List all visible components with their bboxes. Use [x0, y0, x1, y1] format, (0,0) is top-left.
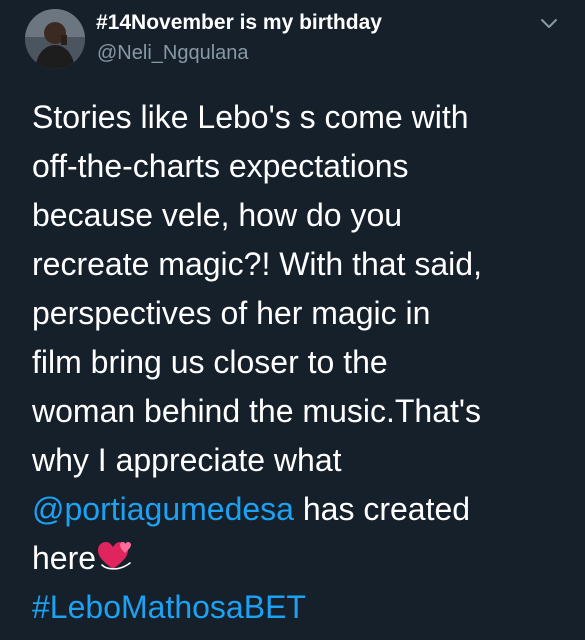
chevron-down-icon[interactable] — [538, 12, 560, 34]
tweet-line: because vele, how do you — [32, 197, 403, 233]
tweet-text-fragment: has created — [293, 491, 471, 527]
tweet-card: #14November is my birthday @Neli_Ngqulan… — [0, 0, 585, 640]
avatar-photo — [25, 9, 85, 69]
tweet-line-hashtag: #LeboMathosaBET — [32, 583, 577, 632]
hashtag-link[interactable]: #LeboMathosaBET — [32, 589, 306, 625]
tweet-text: Stories like Lebo's s come with off-the-… — [32, 93, 577, 632]
mention-link[interactable]: @portiagumedesa — [32, 491, 294, 527]
tweet-line: film bring us closer to the — [32, 344, 388, 380]
tweet-line-emoji: here — [32, 534, 577, 583]
user-handle[interactable]: @Neli_Ngqulana — [97, 42, 249, 65]
tweet-line: woman behind the music.That's — [32, 393, 481, 429]
tweet-line: perspectives of her magic in — [32, 295, 431, 331]
tweet-line: Stories like Lebo's s come with — [32, 99, 469, 135]
tweet-text-fragment: here — [32, 540, 97, 576]
revolving-hearts-icon — [96, 538, 136, 572]
tweet-line: off-the-charts expectations — [32, 148, 409, 184]
display-name[interactable]: #14November is my birthday — [96, 11, 382, 35]
avatar[interactable] — [25, 9, 85, 69]
tweet-line-mention: @portiagumedesa has created — [32, 485, 577, 534]
tweet-line: recreate magic?! With that said, — [32, 246, 482, 282]
tweet-line: why I appreciate what — [32, 442, 342, 478]
